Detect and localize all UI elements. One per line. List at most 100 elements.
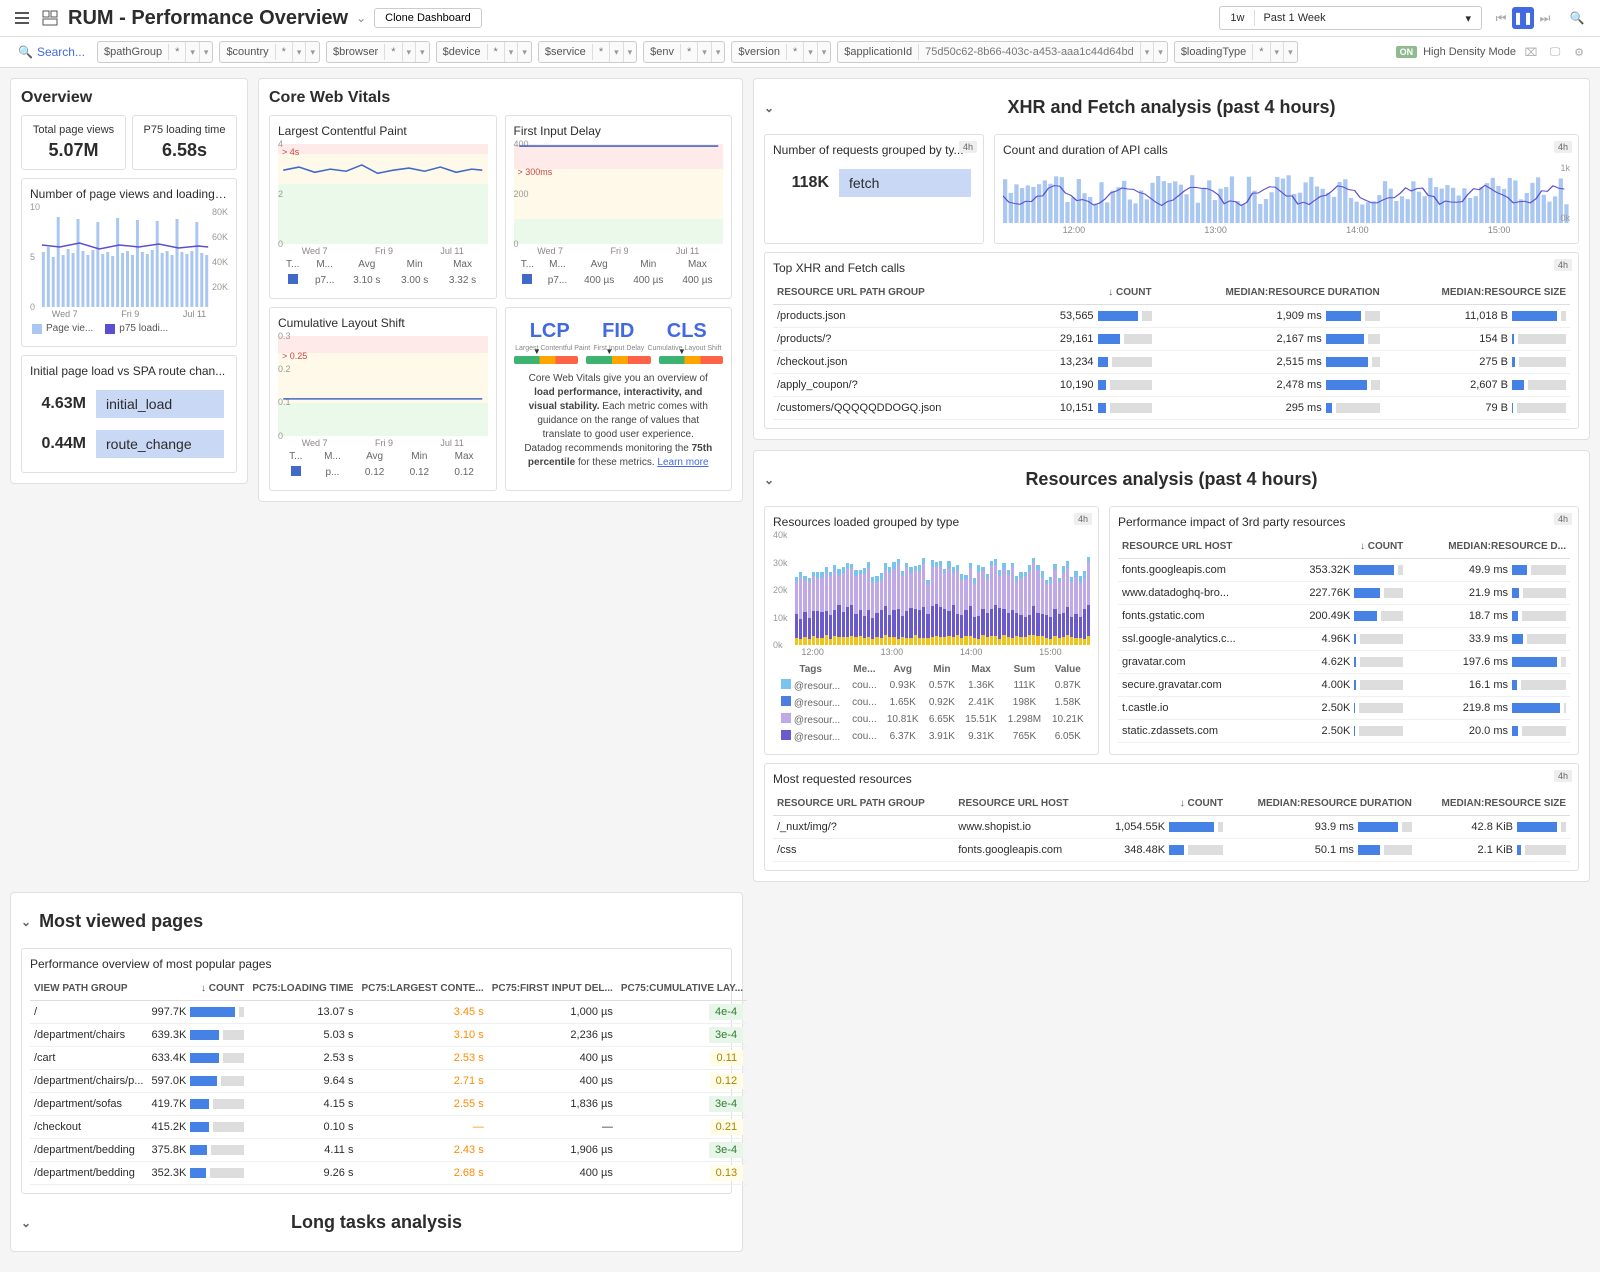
long-tasks-title: Long tasks analysis	[291, 1212, 462, 1233]
table-row[interactable]: /997.7K 13.07 s3.45 s1,000 µs4e-4	[30, 1001, 747, 1024]
table-row[interactable]: gravatar.com4.62K 197.6 ms	[1118, 651, 1570, 674]
initial-vs-spa-widget: Initial page load vs SPA route chan... 4…	[21, 355, 237, 473]
monitor-icon[interactable]: 🖵	[1546, 46, 1564, 59]
collapse-icon[interactable]: ⌄	[764, 473, 774, 487]
step-back-icon[interactable]: ⏮	[1490, 7, 1512, 29]
table-row[interactable]: /products.json53,565 1,909 ms 11,018 B	[773, 305, 1570, 328]
search-input[interactable]: 🔍 Search...	[12, 41, 91, 63]
table-row[interactable]: fonts.googleapis.com353.32K 49.9 ms	[1118, 559, 1570, 582]
table-row[interactable]: /_nuxt/img/?www.shopist.io1,054.55K 93.9…	[773, 816, 1570, 839]
most-viewed-table[interactable]: VIEW PATH GROUP↓ COUNTPC75:LOADING TIMEP…	[30, 977, 747, 1185]
collapse-icon[interactable]: ⌄	[764, 101, 774, 115]
filter-chip[interactable]: $device*▾▾	[436, 41, 532, 63]
overview-title: Overview	[21, 89, 237, 107]
search-icon: 🔍	[18, 45, 33, 59]
table-row[interactable]: /department/chairs/p...597.0K 9.64 s2.71…	[30, 1070, 747, 1093]
xhr-title: XHR and Fetch analysis (past 4 hours)	[1007, 97, 1335, 118]
gear-icon[interactable]: ⚙	[1570, 46, 1588, 59]
stat-total-page-views: Total page views 5.07M	[21, 115, 126, 170]
top-xhr-widget: Top XHR and Fetch calls 4h RESOURCE URL …	[764, 252, 1579, 429]
table-row[interactable]: /cart633.4K 2.53 s2.53 s400 µs0.11	[30, 1047, 747, 1070]
time-range-picker[interactable]: 1w Past 1 Week ▾	[1219, 6, 1482, 30]
filter-chip[interactable]: $country*▾▾	[219, 41, 320, 63]
collapse-icon[interactable]: ⌄	[21, 915, 31, 929]
lcp-chart[interactable]: > 4s 420	[278, 144, 488, 244]
api-calls-widget: Count and duration of API calls 4h 1k 0k…	[994, 134, 1579, 244]
request-type-widget: Number of requests grouped by ty... 4h 1…	[764, 134, 984, 244]
badge-4h: 4h	[959, 141, 977, 153]
badge-4h: 4h	[1554, 513, 1572, 525]
third-party-table[interactable]: RESOURCE URL HOST↓ COUNTMEDIAN:RESOURCE …	[1118, 535, 1570, 743]
pause-icon[interactable]: ❚❚	[1512, 7, 1534, 29]
pageviews-chart[interactable]: 10 5 0 80K 60K 40K 20K	[30, 207, 228, 307]
fid-widget: First Input Delay > 300ms 4002000 Wed 7F…	[505, 115, 733, 299]
table-row[interactable]: /checkout415.2K 0.10 s——0.21	[30, 1116, 747, 1139]
step-forward-icon[interactable]: ⏭	[1534, 7, 1556, 29]
cwv-info-text: Core Web Vitals give you an overview of …	[514, 372, 724, 470]
table-row[interactable]: static.zdassets.com2.50K 20.0 ms	[1118, 720, 1570, 743]
filter-chip[interactable]: $loadingType*▾▾	[1174, 41, 1298, 63]
filter-chip[interactable]: $browser*▾▾	[326, 41, 430, 63]
resources-grouped-widget: Resources loaded grouped by type 4h 40k3…	[764, 506, 1099, 755]
filter-chip[interactable]: $applicationId75d50c62-8b66-403c-a453-aa…	[837, 41, 1168, 63]
toplist-row: 4.63Minitial_load	[30, 384, 228, 424]
cls-widget: Cumulative Layout Shift > 0.25 0.30.20.1…	[269, 307, 497, 491]
collapse-icon[interactable]: ⌄	[21, 1216, 31, 1230]
table-row[interactable]: fonts.gstatic.com200.49K 18.7 ms	[1118, 605, 1570, 628]
table-row[interactable]: /customers/QQQQQDDOGQ.json10,151 295 ms …	[773, 397, 1570, 420]
table-row[interactable]: ssl.google-analytics.c...4.96K 33.9 ms	[1118, 628, 1570, 651]
playback-controls: ⏮ ❚❚ ⏭	[1490, 7, 1556, 29]
cwv-info-widget: LCPFIDCLS Largest Contentful PaintFirst …	[505, 307, 733, 491]
time-short: 1w	[1220, 10, 1255, 26]
filter-chip[interactable]: $version*▾▾	[731, 41, 831, 63]
cwv-title: Core Web Vitals	[269, 89, 732, 107]
most-requested-table[interactable]: RESOURCE URL PATH GROUPRESOURCE URL HOST…	[773, 792, 1570, 862]
learn-more-link[interactable]: Learn more	[657, 457, 708, 468]
tv-icon[interactable]: ⌧	[1522, 46, 1540, 59]
density-label: High Density Mode	[1423, 46, 1516, 58]
lcp-widget: Largest Contentful Paint > 4s 420 Wed 7F…	[269, 115, 497, 299]
most-requested-widget: Most requested resources 4h RESOURCE URL…	[764, 763, 1579, 871]
table-row[interactable]: /cssfonts.googleapis.com348.48K 50.1 ms …	[773, 839, 1570, 862]
title-dropdown-icon[interactable]: ⌄	[356, 11, 366, 25]
resources-panel: ⌄ Resources analysis (past 4 hours) Reso…	[753, 450, 1590, 882]
cls-chart[interactable]: > 0.25 0.30.20.10	[278, 336, 488, 436]
api-chart[interactable]: 1k 0k	[1003, 163, 1570, 223]
table-row[interactable]: /department/chairs639.3K 5.03 s3.10 s2,2…	[30, 1024, 747, 1047]
table-row[interactable]: /department/bedding352.3K 9.26 s2.68 s40…	[30, 1162, 747, 1185]
top-xhr-table[interactable]: RESOURCE URL PATH GROUP↓ COUNTMEDIAN:RES…	[773, 281, 1570, 420]
search-icon[interactable]: 🔍	[1566, 7, 1588, 29]
toplist-row: 0.44Mroute_change	[30, 424, 228, 464]
overview-panel: Overview Total page views 5.07M P75 load…	[10, 78, 248, 484]
table-row[interactable]: /department/bedding375.8K 4.11 s2.43 s1,…	[30, 1139, 747, 1162]
stat-p75-loading: P75 loading time 6.58s	[132, 115, 237, 170]
third-party-widget: Performance impact of 3rd party resource…	[1109, 506, 1579, 755]
filter-bar: 🔍 Search... $pathGroup*▾▾ $country*▾▾ $bro…	[0, 37, 1600, 68]
clone-dashboard-button[interactable]: Clone Dashboard	[374, 8, 482, 28]
time-label: Past 1 Week	[1255, 10, 1455, 26]
resources-title: Resources analysis (past 4 hours)	[1025, 469, 1317, 490]
fid-chart[interactable]: > 300ms 4002000	[514, 144, 724, 244]
badge-4h: 4h	[1554, 259, 1572, 271]
table-row[interactable]: /products/?29,161 2,167 ms 154 B	[773, 328, 1570, 351]
table-row[interactable]: www.datadoghq-bro...227.76K 21.9 ms	[1118, 582, 1570, 605]
badge-4h: 4h	[1554, 141, 1572, 153]
filter-chip[interactable]: $env*▾▾	[643, 41, 725, 63]
table-row[interactable]: t.castle.io2.50K 219.8 ms	[1118, 697, 1570, 720]
table-row[interactable]: /department/sofas419.7K 4.15 s2.55 s1,83…	[30, 1093, 747, 1116]
page-title: RUM - Performance Overview	[68, 7, 348, 30]
density-on-badge[interactable]: ON	[1396, 46, 1418, 58]
badge-4h: 4h	[1554, 770, 1572, 782]
chevron-down-icon[interactable]: ▾	[1455, 10, 1481, 27]
table-row[interactable]: secure.gravatar.com4.00K 16.1 ms	[1118, 674, 1570, 697]
dashboard-icon[interactable]	[40, 8, 60, 28]
resources-chart[interactable]: 40k30k20k10k0k	[773, 535, 1090, 645]
filter-chip[interactable]: $pathGroup*▾▾	[97, 41, 213, 63]
top-bar: RUM - Performance Overview ⌄ Clone Dashb…	[0, 0, 1600, 37]
menu-icon[interactable]	[12, 8, 32, 28]
table-row[interactable]: /checkout.json13,234 2,515 ms 275 B	[773, 351, 1570, 374]
most-viewed-widget: Performance overview of most popular pag…	[21, 948, 732, 1194]
filter-chip[interactable]: $service*▾▾	[538, 41, 637, 63]
table-row[interactable]: /apply_coupon/?10,190 2,478 ms 2,607 B	[773, 374, 1570, 397]
most-viewed-panel: ⌄Most viewed pages Performance overview …	[10, 892, 743, 1252]
